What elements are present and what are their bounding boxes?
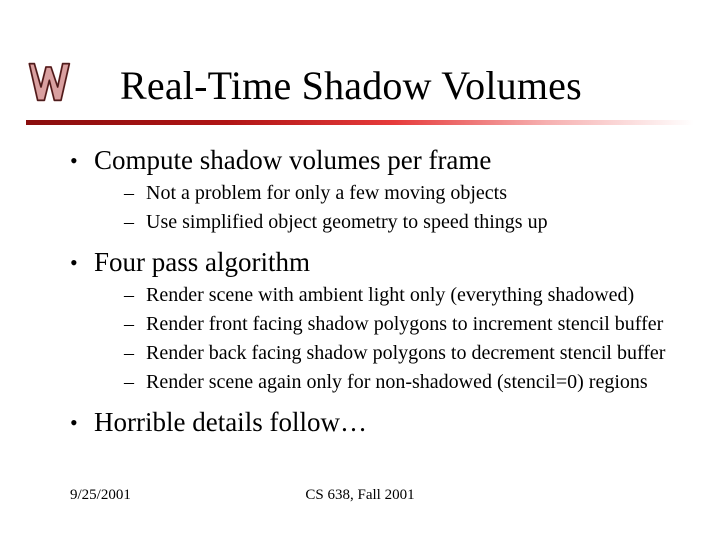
bullet-item: Four pass algorithm Render scene with am… <box>64 246 670 396</box>
sub-bullet-item: Render scene with ambient light only (ev… <box>122 282 670 309</box>
sub-bullet-item: Render front facing shadow polygons to i… <box>122 311 670 338</box>
sub-bullet-item: Render scene again only for non-shadowed… <box>122 369 670 396</box>
sub-bullet-item: Not a problem for only a few moving obje… <box>122 180 670 207</box>
sub-bullet-item: Use simplified object geometry to speed … <box>122 209 670 236</box>
bullet-item: Compute shadow volumes per frame Not a p… <box>64 144 670 236</box>
bullet-text: Four pass algorithm <box>94 247 310 277</box>
footer-course: CS 638, Fall 2001 <box>0 487 720 504</box>
wisconsin-w-logo <box>26 58 76 106</box>
bullet-text: Compute shadow volumes per frame <box>94 145 491 175</box>
sub-bullet-item: Render back facing shadow polygons to de… <box>122 340 670 367</box>
slide: Real-Time Shadow Volumes Compute shadow … <box>0 0 720 540</box>
bullet-item: Horrible details follow… <box>64 406 670 440</box>
slide-title: Real-Time Shadow Volumes <box>120 62 680 109</box>
bullet-text: Horrible details follow… <box>94 407 367 437</box>
slide-body: Compute shadow volumes per frame Not a p… <box>64 140 670 443</box>
title-divider <box>26 120 694 125</box>
